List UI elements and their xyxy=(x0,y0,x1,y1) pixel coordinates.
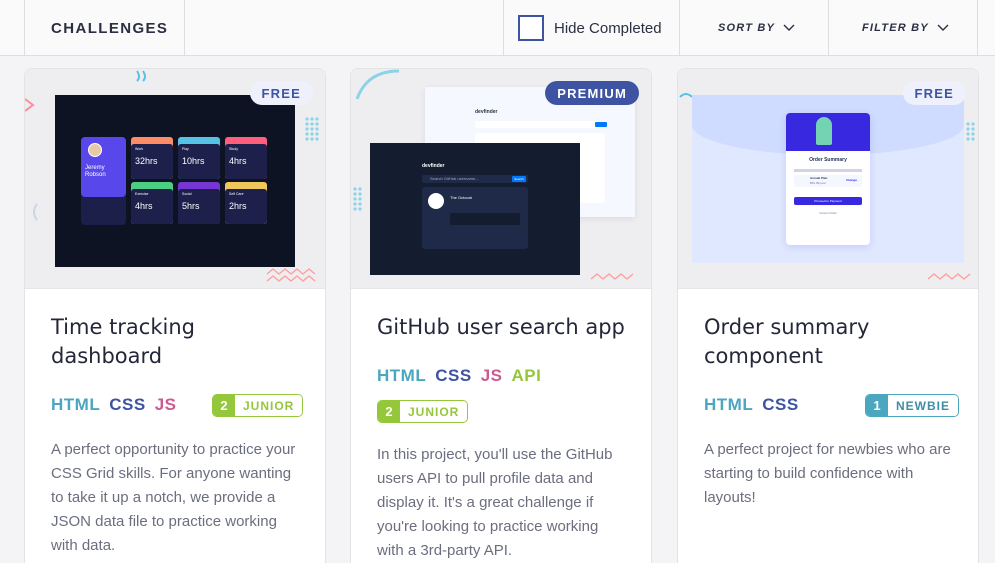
hide-completed-checkbox[interactable] xyxy=(518,15,544,41)
chevron-down-icon xyxy=(937,24,949,31)
preview-tile: Work 32hrs xyxy=(131,137,173,179)
difficulty-badge: 1 NEWBIE xyxy=(865,394,959,417)
preview-tile-body: Self Care 2hrs xyxy=(225,189,267,224)
filter-toolbar: CHALLENGES Hide Completed SORT BY FILTER… xyxy=(0,0,995,56)
page-title: CHALLENGES xyxy=(51,19,169,37)
difficulty-label: JUNIOR xyxy=(400,401,468,422)
preview-tile: Exercise 4hrs xyxy=(131,182,173,224)
language-html: HTML xyxy=(51,395,101,414)
chevron-down-icon xyxy=(783,24,795,31)
preview-tile-hours: 2hrs xyxy=(229,201,247,211)
language-list: HTML CSS JS API xyxy=(377,366,541,386)
preview-tile-hours: 10hrs xyxy=(182,156,205,166)
language-js: JS xyxy=(154,395,177,414)
preview-user-name: Jeremy Robson xyxy=(85,165,106,178)
challenge-description: In this project, you'll use the GitHub u… xyxy=(377,446,613,559)
preview-app-name: devfinder xyxy=(422,163,445,169)
preview-tile-hours: 4hrs xyxy=(135,201,153,211)
difficulty-badge: 2 JUNIOR xyxy=(212,394,304,417)
preview-user-name: The Octocat xyxy=(450,195,472,200)
difficulty-badge: 2 JUNIOR xyxy=(377,400,469,423)
challenge-card-order-summary[interactable]: Order Summary Annual Plan $59.99/year Ch… xyxy=(677,68,979,563)
challenge-preview-image[interactable]: devfinder devfinder Search GitHub userna… xyxy=(351,69,651,289)
challenge-description: A perfect opportunity to practice your C… xyxy=(51,441,296,554)
preview-tile-body: Social 5hrs xyxy=(178,189,220,224)
preview-tile-label: Play xyxy=(182,147,189,151)
preview-tile-hours: 4hrs xyxy=(229,156,247,166)
preview-tile: Play 10hrs xyxy=(178,137,220,179)
preview-tile-label: Exercise xyxy=(135,192,149,196)
preview-tile: Study 4hrs xyxy=(225,137,267,179)
challenge-title[interactable]: Time tracking dashboard xyxy=(51,313,311,371)
sort-by-dropdown[interactable]: SORT BY xyxy=(679,0,828,56)
preview-change-link: Change xyxy=(846,178,858,182)
order-summary-preview: Order Summary Annual Plan $59.99/year Ch… xyxy=(692,95,964,263)
challenge-card-github-user-search[interactable]: devfinder devfinder Search GitHub userna… xyxy=(350,68,652,563)
preview-search-button: Search xyxy=(512,176,526,182)
preview-cancel-link: Cancel Order xyxy=(819,211,837,215)
challenge-preview-image[interactable]: Order Summary Annual Plan $59.99/year Ch… xyxy=(678,69,978,289)
difficulty-number: 1 xyxy=(866,395,888,416)
sort-by-label: SORT BY xyxy=(718,22,776,34)
preview-tile-hours: 32hrs xyxy=(135,156,158,166)
premium-badge: PREMIUM xyxy=(545,81,639,105)
language-css: CSS xyxy=(762,395,799,414)
difficulty-number: 2 xyxy=(213,395,235,416)
preview-tile-label: Study xyxy=(229,147,238,151)
language-css: CSS xyxy=(109,395,146,414)
preview-tile-label: Self Care xyxy=(229,192,244,196)
challenge-title[interactable]: Order summary component xyxy=(704,313,964,371)
preview-search-placeholder: Search GitHub username... xyxy=(430,176,479,181)
preview-proceed-button: Proceed to Payment xyxy=(794,197,862,205)
challenge-description: A perfect project for newbies who are st… xyxy=(704,441,951,506)
language-html: HTML xyxy=(377,366,427,385)
preview-tile-body: Work 32hrs xyxy=(131,144,173,179)
dark-mode-preview: devfinder Search GitHub username... Sear… xyxy=(370,143,580,275)
challenge-title[interactable]: GitHub user search app xyxy=(377,313,637,342)
preview-tile-label: Work xyxy=(135,147,144,151)
challenge-preview-image[interactable]: Jeremy Robson Work 32hrs Play 10hrs Study 4hr… xyxy=(25,69,325,289)
difficulty-label: JUNIOR xyxy=(235,395,303,416)
difficulty-label: NEWBIE xyxy=(888,395,958,416)
preview-tile-hours: 5hrs xyxy=(182,201,200,211)
preview-tile: Social 5hrs xyxy=(178,182,220,224)
preview-tile-body: Study 4hrs xyxy=(225,144,267,179)
hide-completed-label: Hide Completed xyxy=(554,19,662,37)
language-list: HTML CSS JS xyxy=(51,395,176,415)
challenge-card-time-tracking[interactable]: Jeremy Robson Work 32hrs Play 10hrs Study 4hr… xyxy=(24,68,326,563)
preview-heading: Order Summary xyxy=(809,157,847,163)
preview-plan: Annual Plan xyxy=(810,176,828,180)
language-css: CSS xyxy=(435,366,472,385)
language-js: JS xyxy=(480,366,503,385)
preview-tile-body: Exercise 4hrs xyxy=(131,189,173,224)
dashboard-preview: Jeremy Robson Work 32hrs Play 10hrs Study 4hr… xyxy=(55,95,295,267)
difficulty-number: 2 xyxy=(378,401,400,422)
language-html: HTML xyxy=(704,395,754,414)
preview-tile: Self Care 2hrs xyxy=(225,182,267,224)
language-list: HTML CSS xyxy=(704,395,799,415)
filter-by-label: FILTER BY xyxy=(862,22,929,34)
preview-tile-label: Social xyxy=(182,192,192,196)
free-badge: FREE xyxy=(249,81,313,105)
toolbar-title-cell: CHALLENGES xyxy=(24,0,185,56)
language-api: API xyxy=(511,366,542,385)
filter-by-dropdown[interactable]: FILTER BY xyxy=(828,0,978,56)
preview-tile-body: Play 10hrs xyxy=(178,144,220,179)
hide-completed-toggle[interactable]: Hide Completed xyxy=(503,0,679,56)
free-badge: FREE xyxy=(902,81,966,105)
preview-price: $59.99/year xyxy=(810,181,826,185)
